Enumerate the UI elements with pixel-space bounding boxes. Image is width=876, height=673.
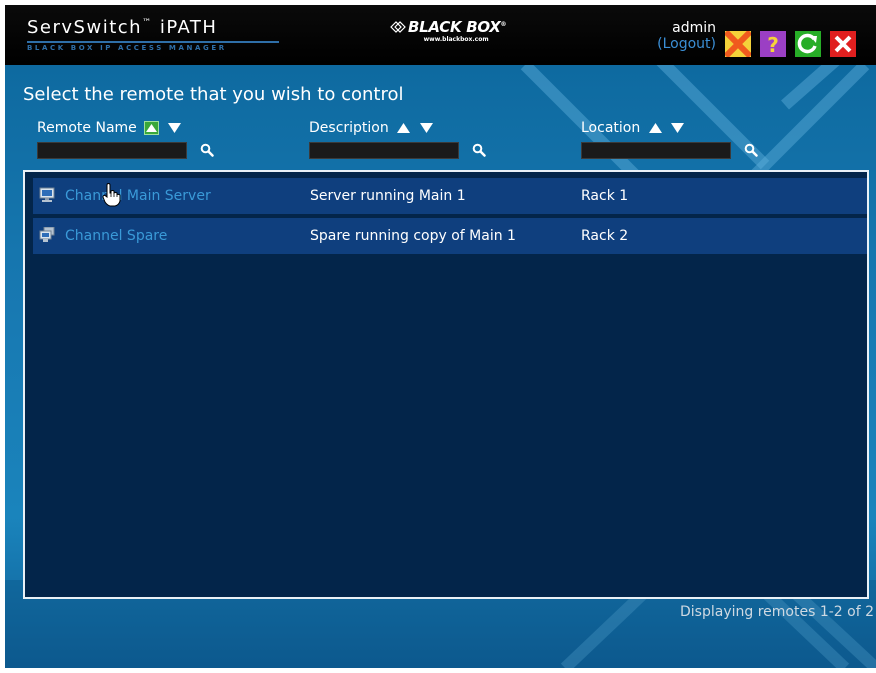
remote-row[interactable]: Channel Main Server Server running Main … [33,178,867,214]
remote-location: Rack 2 [581,228,629,244]
main-panel: Select the remote that you wish to contr… [5,65,876,668]
brand-name: BLACK BOX® [408,18,507,36]
remote-name-link[interactable]: Channel Main Server [65,188,211,204]
triangle-down-icon [419,123,433,133]
page-title: Select the remote that you wish to contr… [23,84,404,105]
remote-location: Rack 1 [581,188,629,204]
header-bar: ServSwitch™ iPATH BLACK BOX IP ACCESS MA… [5,5,876,65]
cancel-button[interactable] [725,31,751,57]
search-icon[interactable] [200,143,214,157]
sort-descending-button[interactable] [670,121,685,135]
description-filter-input[interactable] [310,147,458,162]
description-filter-field[interactable] [309,142,459,162]
blackbox-diamond-icon [390,21,406,33]
remote-list: Channel Main Server Server running Main … [23,170,869,599]
help-button[interactable]: ? [760,31,786,57]
pagination-status: Displaying remotes 1-2 of 2 [680,604,874,620]
monitor-icon [39,187,55,202]
column-header-remote-name: Remote Name [37,120,182,136]
refresh-button[interactable] [795,31,821,57]
column-label: Description [309,120,389,136]
column-label: Remote Name [37,120,137,136]
remote-name-filter-input[interactable] [38,147,186,162]
brand-url: www.blackbox.com [423,36,489,43]
remote-name-link[interactable]: Channel Spare [65,228,167,244]
user-info: admin (Logout) [646,20,716,52]
column-header-description: Description [309,120,434,136]
app-window: ServSwitch™ iPATH BLACK BOX IP ACCESS MA… [5,5,876,668]
triangle-up-icon [648,123,662,133]
search-icon[interactable] [744,143,758,157]
triangle-down-icon [671,123,685,133]
triangle-up-icon [397,123,411,133]
refresh-icon [795,31,821,57]
remote-description: Spare running copy of Main 1 [310,228,516,244]
column-label: Location [581,120,641,136]
hand-pointer-cursor-icon [102,183,121,207]
blackbox-logo: BLACK BOX® www.blackbox.com [390,18,507,44]
logout-link[interactable]: (Logout) [646,36,716,52]
triangle-up-icon [146,124,158,132]
sort-ascending-button[interactable] [648,121,663,135]
product-tagline: BLACK BOX IP ACCESS MANAGER [27,44,227,52]
triangle-down-icon [167,123,181,133]
location-filter-input[interactable] [582,147,730,162]
close-icon [830,31,856,57]
column-header-location: Location [581,120,685,136]
sort-ascending-button[interactable] [144,121,160,135]
remote-description: Server running Main 1 [310,188,466,204]
product-name: ServSwitch [27,17,143,38]
sort-descending-button[interactable] [419,121,434,135]
cancel-x-icon [725,31,751,57]
product-trademark: ™ [142,18,153,28]
username-label: admin [672,20,716,36]
close-button[interactable] [830,31,856,57]
search-icon[interactable] [472,143,486,157]
sort-descending-button[interactable] [167,121,182,135]
help-icon: ? [760,31,786,57]
remote-row[interactable]: Channel Spare Spare running copy of Main… [33,218,867,254]
remote-name-filter-field[interactable] [37,142,187,162]
location-filter-field[interactable] [581,142,731,162]
svg-text:?: ? [767,33,779,57]
dual-monitor-icon [39,227,55,242]
product-suffix: iPATH [159,17,218,38]
servswitch-logo: ServSwitch™ iPATH BLACK BOX IP ACCESS MA… [27,12,279,53]
sort-ascending-button[interactable] [396,121,411,135]
